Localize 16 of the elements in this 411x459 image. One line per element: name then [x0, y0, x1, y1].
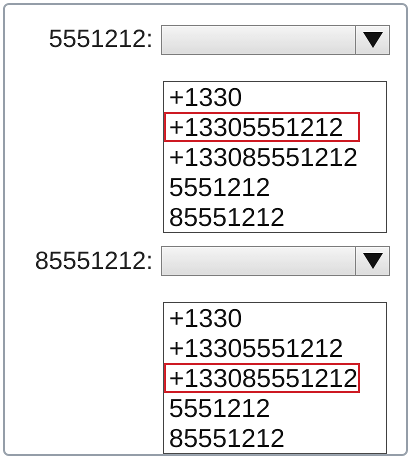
- option[interactable]: +133085551212: [164, 142, 386, 172]
- option[interactable]: +13305551212: [164, 333, 386, 363]
- option[interactable]: +1330: [164, 82, 386, 112]
- option[interactable]: 85551212: [164, 423, 386, 453]
- dropdown[interactable]: [161, 246, 390, 276]
- option[interactable]: 5551212: [164, 172, 386, 202]
- option[interactable]: +13305551212: [164, 112, 360, 142]
- dropdown-label: 5551212:: [48, 24, 154, 55]
- option[interactable]: 85551212: [164, 202, 386, 232]
- dropdown[interactable]: [161, 24, 390, 55]
- dropdown-label: 85551212:: [34, 246, 154, 276]
- caret-icon: [362, 32, 382, 48]
- option[interactable]: 5551212: [164, 393, 386, 423]
- caret-icon: [362, 253, 382, 270]
- option[interactable]: +1330: [164, 303, 386, 333]
- option[interactable]: +133085551212: [164, 363, 360, 393]
